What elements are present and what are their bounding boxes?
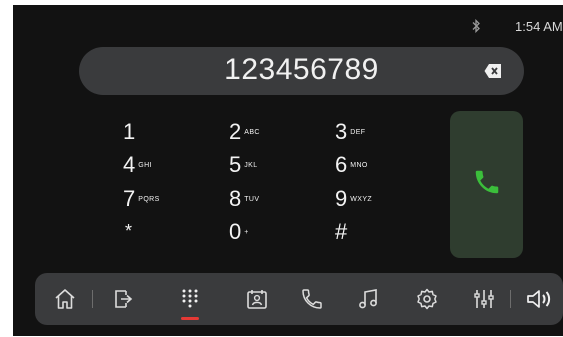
nav-divider: [510, 290, 511, 308]
key-star[interactable]: *: [125, 220, 132, 242]
status-time: 1:54 AM: [515, 19, 563, 34]
key-4[interactable]: 4 GHI: [123, 154, 152, 177]
dialed-number: 123456789: [224, 53, 379, 86]
number-display: 123456789: [79, 47, 524, 95]
home-icon[interactable]: [53, 287, 77, 311]
key-3[interactable]: 3 DEF: [335, 121, 365, 144]
key-9[interactable]: 9 WXYZ: [335, 188, 372, 211]
exit-app-icon[interactable]: [111, 287, 135, 311]
settings-icon[interactable]: [415, 287, 439, 311]
key-6[interactable]: 6 MNO: [335, 154, 368, 177]
backspace-icon[interactable]: [484, 63, 502, 79]
key-8[interactable]: 8 TUV: [229, 188, 259, 211]
active-tab-indicator: [181, 317, 199, 320]
call-button[interactable]: [450, 111, 523, 258]
contacts-icon[interactable]: [245, 287, 269, 311]
phone-call-icon: [475, 170, 499, 194]
volume-icon[interactable]: [525, 287, 553, 311]
music-icon[interactable]: [357, 287, 381, 311]
bottom-navigation-bar: [35, 273, 563, 325]
dialpad-icon[interactable]: [178, 287, 202, 311]
key-5[interactable]: 5 JKL: [229, 154, 258, 177]
equalizer-icon[interactable]: [472, 287, 496, 311]
phone-icon[interactable]: [300, 287, 324, 311]
bluetooth-icon: [472, 19, 480, 33]
key-2[interactable]: 2 ABC: [229, 121, 260, 144]
nav-divider: [92, 290, 93, 308]
head-unit-screen: 1:54 AM 123456789 1 2 ABC 3 DEF 4 GHI 5 JKL …: [13, 5, 563, 336]
key-0[interactable]: 0 +: [229, 221, 249, 244]
key-7[interactable]: 7 PQRS: [123, 188, 160, 211]
key-1[interactable]: 1: [123, 121, 138, 144]
key-hash[interactable]: #: [335, 221, 347, 243]
